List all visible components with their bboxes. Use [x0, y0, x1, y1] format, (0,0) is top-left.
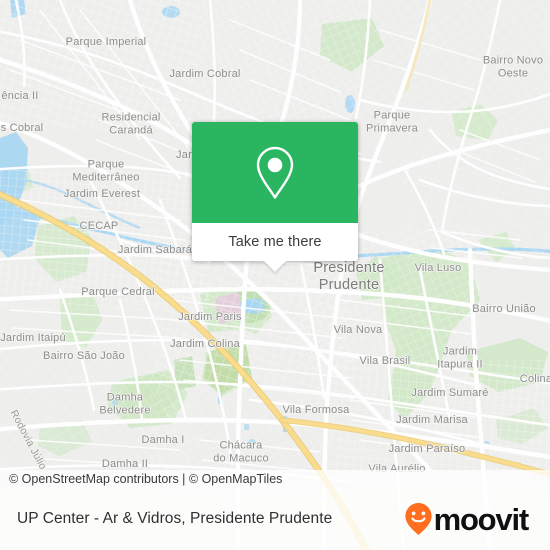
map-canvas[interactable]: Parque Imperial Jardim Cobral Bairro Novo …: [0, 0, 550, 550]
location-popup-card[interactable]: Take me there: [192, 122, 358, 272]
moovit-smiley-pin-icon: [404, 503, 432, 535]
take-me-there-label: Take me there: [228, 234, 322, 250]
map-attribution[interactable]: © OpenStreetMap contributors | © OpenMap…: [0, 470, 550, 488]
moovit-logo[interactable]: moovit: [404, 501, 530, 537]
footer-bar: UP Center - Ar & Vidros, Presidente Prud…: [0, 488, 550, 550]
popup-image-placeholder: [192, 122, 358, 223]
map-pin-icon: [256, 146, 294, 199]
popup-pointer-tip: [264, 261, 286, 272]
attribution-text: © OpenStreetMap contributors | © OpenMap…: [9, 472, 283, 486]
place-title: UP Center - Ar & Vidros, Presidente Prud…: [17, 510, 333, 527]
take-me-there-button[interactable]: Take me there: [192, 223, 358, 261]
moovit-map-screenshot: Parque Imperial Jardim Cobral Bairro Novo …: [0, 0, 550, 550]
map-vector-layer: [0, 0, 550, 550]
moovit-wordmark: moovit: [433, 501, 530, 537]
